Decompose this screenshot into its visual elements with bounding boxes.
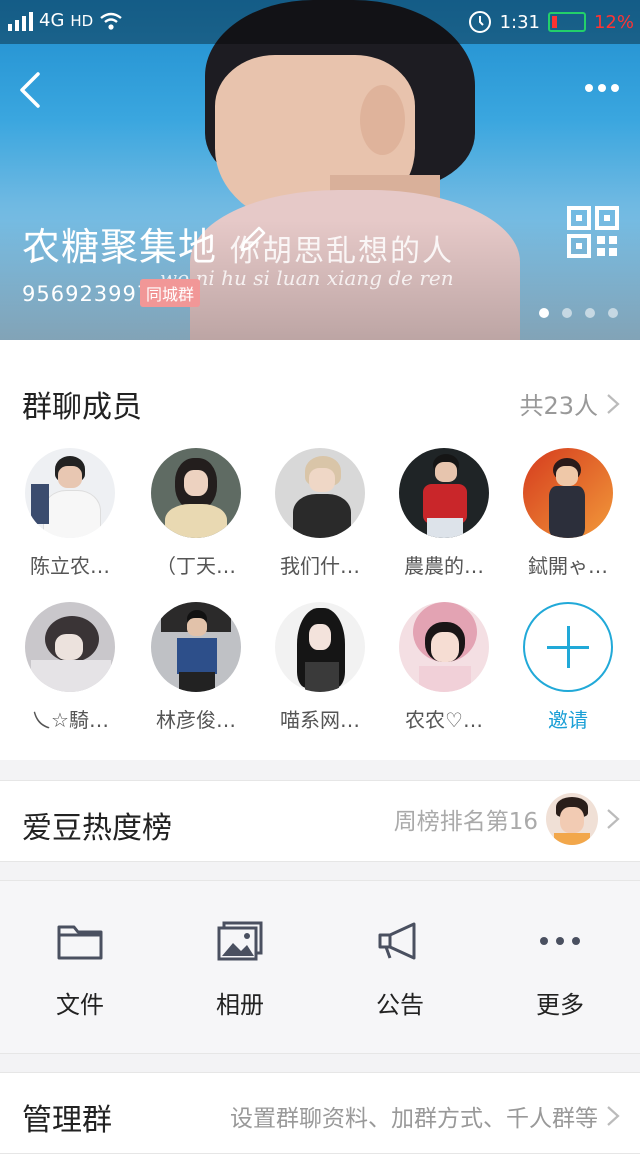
group-name: 农糖聚集地 — [22, 225, 218, 269]
member-avatar — [25, 602, 115, 692]
members-title: 群聊成员 — [22, 390, 142, 425]
member-name: 我们什… — [280, 554, 360, 578]
chevron-right-icon — [607, 1106, 620, 1126]
member-name: 陈立农… — [30, 554, 110, 578]
idol-rank-title: 爱豆热度榜 — [22, 811, 172, 846]
photo-album-icon — [217, 921, 263, 961]
member-name: 林彦俊… — [156, 708, 236, 732]
invite-label: 邀请 — [548, 708, 588, 732]
folder-icon — [57, 925, 103, 960]
wifi-icon — [100, 12, 122, 30]
tool-label: 公告 — [376, 991, 424, 1019]
more-options-button[interactable] — [580, 72, 624, 104]
network-type: 4G — [39, 10, 65, 31]
manage-description: 设置群聊资料、加群方式、千人群等 — [230, 1106, 598, 1132]
status-bar: 4G HD 1:31 12% — [0, 0, 640, 44]
group-id: 956923997 — [22, 282, 152, 306]
idol-rank-value: 周榜排名第16 — [393, 809, 538, 835]
members-count: 共23人 — [519, 392, 598, 420]
tool-announcement[interactable]: 公告 — [340, 921, 460, 1020]
member-name: 鋱開ゃ… — [528, 554, 608, 578]
member-item[interactable]: 陈立农… — [8, 448, 132, 579]
alarm-icon — [468, 11, 491, 33]
carousel-dot — [608, 308, 618, 318]
tool-album[interactable]: 相册 — [180, 921, 300, 1020]
chevron-right-icon — [607, 809, 620, 829]
member-name: 农农♡… — [405, 708, 483, 732]
member-item[interactable]: 鋱開ゃ… — [506, 448, 630, 579]
tool-label: 相册 — [216, 991, 264, 1019]
members-count-link[interactable]: 共23人 — [519, 386, 620, 421]
member-item[interactable]: 農農的… — [382, 448, 506, 579]
hd-indicator: HD — [70, 11, 94, 30]
add-member-icon — [523, 602, 613, 692]
member-avatar — [151, 448, 241, 538]
member-name: 農農的… — [404, 554, 484, 578]
battery-icon — [547, 12, 586, 32]
more-dots-icon — [540, 937, 580, 945]
carousel-indicator[interactable] — [539, 308, 618, 318]
back-arrow-icon[interactable] — [14, 70, 54, 110]
chevron-right-icon — [607, 393, 620, 414]
member-avatar — [25, 448, 115, 538]
carousel-dot — [539, 308, 549, 318]
tool-label: 更多 — [536, 991, 584, 1019]
tool-more[interactable]: 更多 — [500, 921, 620, 1020]
member-name: 乀☆騎… — [31, 708, 109, 732]
member-item[interactable]: 喵系网… — [258, 602, 382, 733]
member-avatar — [275, 602, 365, 692]
member-avatar — [399, 602, 489, 692]
carousel-dot — [562, 308, 572, 318]
member-avatar — [151, 602, 241, 692]
invite-member-button[interactable]: 邀请 — [506, 602, 630, 733]
idol-avatar — [546, 793, 598, 845]
member-avatar — [523, 448, 613, 538]
clock: 1:31 — [499, 11, 540, 33]
member-item[interactable]: （丁天… — [134, 448, 258, 579]
member-name: （丁天… — [156, 554, 236, 578]
tool-files[interactable]: 文件 — [20, 921, 140, 1020]
group-tools: 文件 相册 公告 更多 — [0, 880, 640, 1054]
member-name: 喵系网… — [280, 708, 360, 732]
battery-percent: 12% — [593, 11, 634, 33]
member-avatar — [399, 448, 489, 538]
carousel-dot — [585, 308, 595, 318]
idol-rank-row[interactable]: 爱豆热度榜 周榜排名第16 — [0, 780, 640, 862]
manage-group-row[interactable]: 管理群 设置群聊资料、加群方式、千人群等 — [0, 1072, 640, 1154]
member-item[interactable]: 林彦俊… — [134, 602, 258, 733]
megaphone-icon — [378, 922, 416, 960]
tool-label: 文件 — [56, 991, 104, 1019]
local-group-badge: 同城群 — [140, 279, 201, 307]
signal-icon — [8, 11, 33, 31]
manage-title: 管理群 — [22, 1103, 112, 1138]
member-item[interactable]: 我们什… — [258, 448, 382, 579]
member-avatar — [275, 448, 365, 538]
member-item[interactable]: 农农♡… — [382, 602, 506, 733]
member-item[interactable]: 乀☆騎… — [8, 602, 132, 733]
members-section: 群聊成员 共23人 陈立农… （丁天… 我们什… 農農的… 鋱開ゃ… 乀☆騎… … — [0, 340, 640, 760]
qr-code-icon[interactable] — [567, 206, 619, 258]
edit-pencil-icon[interactable] — [236, 222, 270, 256]
